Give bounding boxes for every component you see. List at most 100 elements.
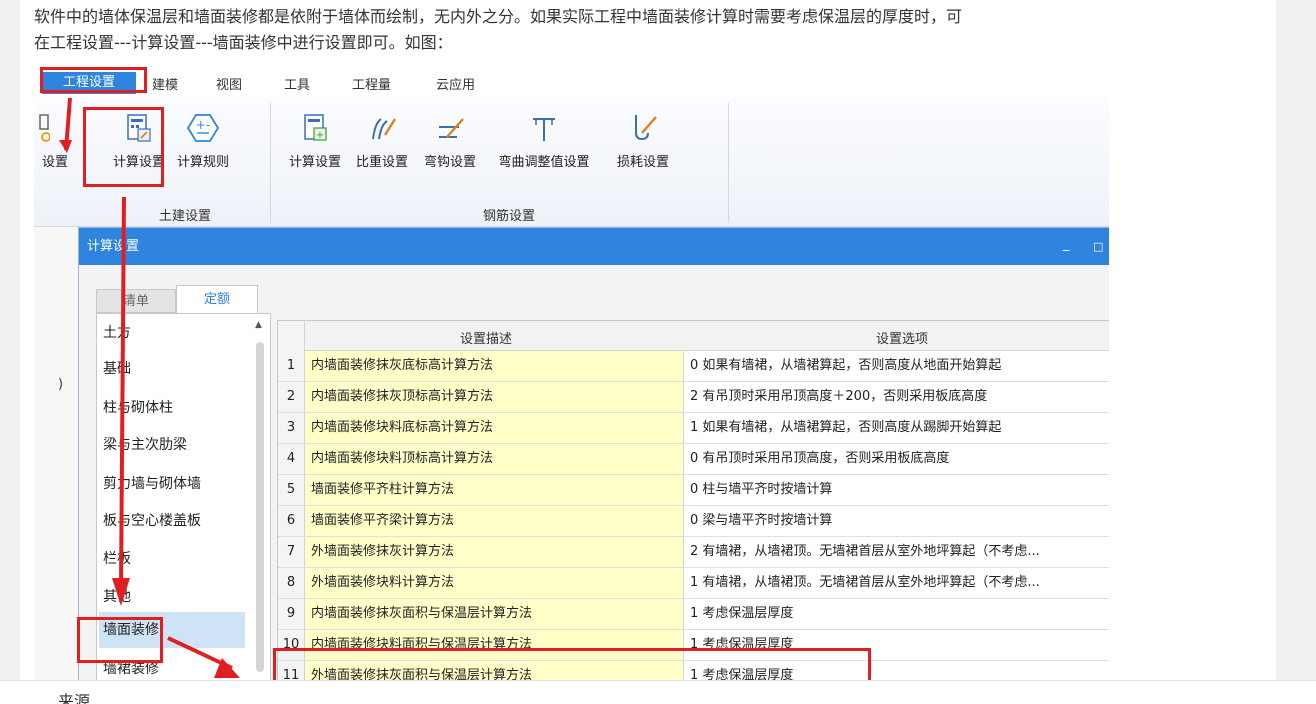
tab-quota[interactable]: 定额 bbox=[176, 285, 258, 314]
table-row[interactable]: 4 内墙面装修块料顶标高计算方法 0 有吊顶时采用吊顶高度，否则采用板底高度 bbox=[278, 444, 1109, 475]
ribbon-density-settings-label: 比重设置 bbox=[355, 155, 408, 170]
table-row[interactable]: 3 内墙面装修块料底标高计算方法 1 如果有墙裙，从墙裙算起，否则高度从踢脚开始算起 bbox=[278, 413, 1109, 444]
table-row[interactable]: 6 墙面装修平齐梁计算方法 0 梁与墙平齐时按墙计算 bbox=[278, 506, 1109, 537]
intro-line-2: 在工程设置---计算设置---墙面装修中进行设置即可。如图： bbox=[34, 33, 453, 52]
ribbon-loss-settings-button[interactable]: 损耗设置 bbox=[610, 113, 676, 170]
menu-tools[interactable]: 工具 bbox=[284, 74, 310, 93]
maximize-button[interactable]: □ bbox=[1093, 228, 1103, 265]
row-description: 墙面装修平齐梁计算方法 bbox=[305, 506, 684, 536]
article-intro: 软件中的墙体保温层和墙面装修都是依附于墙体而绘制，无内外之分。如果实际工程中墙面… bbox=[34, 4, 1264, 56]
grid-header: 设置描述 设置选项 bbox=[278, 321, 1109, 351]
menu-bar: 工程设置 建模 视图 工具 工程量 云应用 bbox=[34, 66, 1109, 97]
row-option[interactable]: 0 有吊顶时采用吊顶高度，否则采用板底高度 bbox=[684, 444, 1109, 474]
scroll-up-icon[interactable]: ▲ bbox=[255, 320, 262, 330]
row-number: 10 bbox=[278, 630, 305, 660]
row-option[interactable]: 2 有吊顶时采用吊顶高度＋200，否则采用板底高度 bbox=[684, 382, 1109, 412]
row-number: 4 bbox=[278, 444, 305, 474]
table-row[interactable]: 10 内墙面装修块料面积与保温层计算方法 1 考虑保温层厚度 bbox=[278, 630, 1109, 661]
ribbon: 设置 计算设置 +- 计算规则 + 计算设置 比重设置 弯钩设置 弯曲调整值设置… bbox=[34, 97, 1109, 227]
category-foundation[interactable]: 基础 bbox=[103, 358, 131, 378]
bottom-text: 来源 bbox=[58, 692, 91, 704]
row-option[interactable]: 0 梁与墙平齐时按墙计算 bbox=[684, 506, 1109, 536]
category-dado[interactable]: 墙裙装修 bbox=[103, 658, 159, 678]
row-option[interactable]: 1 如果有墙裙，从墙裙算起，否则高度从踢脚开始算起 bbox=[684, 413, 1109, 443]
row-number: 5 bbox=[278, 475, 305, 505]
category-parapet[interactable]: 栏板 bbox=[103, 548, 131, 568]
table-row[interactable]: 5 墙面装修平齐柱计算方法 0 柱与墙平齐时按墙计算 bbox=[278, 475, 1109, 506]
row-number: 2 bbox=[278, 382, 305, 412]
row-description: 内墙面装修抹灰顶标高计算方法 bbox=[305, 382, 684, 412]
category-other[interactable]: 其他 bbox=[103, 586, 131, 606]
bottom-bar: 来源 bbox=[0, 680, 1316, 704]
embedded-screenshot: 工程设置 建模 视图 工具 工程量 云应用 设置 计算设置 +- 计算规则 + … bbox=[34, 66, 1109, 684]
article-body: 软件中的墙体保温层和墙面装修都是依附于墙体而绘制，无内外之分。如果实际工程中墙面… bbox=[20, 0, 1276, 704]
row-description: 内墙面装修抹灰底标高计算方法 bbox=[305, 351, 684, 381]
ribbon-cut-button[interactable]: 设置 bbox=[34, 113, 68, 170]
row-number: 8 bbox=[278, 568, 305, 598]
loss-settings-icon bbox=[626, 113, 660, 143]
menu-view[interactable]: 视图 bbox=[216, 74, 242, 93]
table-row[interactable]: 8 外墙面装修块料计算方法 1 有墙裙，从墙裙顶。无墙裙首层从室外地坪算起（不考虑.… bbox=[278, 568, 1109, 599]
dialog-title: 计算设置 bbox=[87, 239, 140, 254]
category-slabs[interactable]: 板与空心楼盖板 bbox=[103, 510, 201, 530]
row-number: 9 bbox=[278, 599, 305, 629]
ribbon-calc-settings-button[interactable]: 计算设置 bbox=[106, 113, 172, 170]
row-description: 外墙面装修抹灰计算方法 bbox=[305, 537, 684, 567]
row-option[interactable]: 0 如果有墙裙，从墙裙算起，否则高度从地面开始算起 bbox=[684, 351, 1109, 381]
category-scrollbar[interactable]: ▲ bbox=[254, 320, 266, 684]
density-settings-icon bbox=[365, 113, 399, 143]
left-side-panel: ) bbox=[34, 227, 82, 684]
ribbon-cut-label: 设置 bbox=[41, 155, 68, 170]
row-description: 内墙面装修块料面积与保温层计算方法 bbox=[305, 630, 684, 660]
tab-bill[interactable]: 清单 bbox=[96, 289, 176, 313]
row-description: 内墙面装修块料顶标高计算方法 bbox=[305, 444, 684, 474]
intro-line-1: 软件中的墙体保温层和墙面装修都是依附于墙体而绘制，无内外之分。如果实际工程中墙面… bbox=[34, 7, 963, 26]
svg-text:+-: +- bbox=[196, 118, 210, 132]
minimize-button[interactable]: _ bbox=[1063, 226, 1070, 263]
row-number: 7 bbox=[278, 537, 305, 567]
col-header-option: 设置选项 bbox=[876, 332, 929, 347]
row-option[interactable]: 1 考虑保温层厚度 bbox=[684, 630, 1109, 660]
ribbon-separator bbox=[728, 103, 729, 223]
menu-quantities[interactable]: 工程量 bbox=[352, 74, 391, 93]
ribbon-density-settings-button[interactable]: 比重设置 bbox=[349, 113, 415, 170]
table-row[interactable]: 7 外墙面装修抹灰计算方法 2 有墙裙，从墙裙顶。无墙裙首层从室外地坪算起（不考虑.… bbox=[278, 537, 1109, 568]
ribbon-group-civil: 土建设置 bbox=[158, 209, 211, 224]
menu-project-settings[interactable]: 工程设置 bbox=[42, 72, 136, 94]
row-description: 内墙面装修块料底标高计算方法 bbox=[305, 413, 684, 443]
menu-modeling[interactable]: 建模 bbox=[152, 74, 178, 93]
ribbon-hook-settings-button[interactable]: 弯钩设置 bbox=[417, 113, 483, 170]
table-row[interactable]: 1 内墙面装修抹灰底标高计算方法 0 如果有墙裙，从墙裙算起，否则高度从地面开始算起 bbox=[278, 351, 1109, 382]
calc-rules-icon: +- bbox=[186, 113, 220, 143]
row-option[interactable]: 0 柱与墙平齐时按墙计算 bbox=[684, 475, 1109, 505]
calc-settings-dialog: 计算设置 _ □ 清单 定额 土方 基础 柱与砌体柱 梁与主次肋梁 剪力墙与砌体… bbox=[78, 227, 1109, 684]
scroll-thumb[interactable] bbox=[256, 342, 264, 672]
row-option[interactable]: 1 考虑保温层厚度 bbox=[684, 599, 1109, 629]
ribbon-bend-adjust-label: 弯曲调整值设置 bbox=[498, 155, 590, 170]
category-beams[interactable]: 梁与主次肋梁 bbox=[103, 434, 187, 454]
ribbon-group-rebar: 钢筋设置 bbox=[482, 209, 535, 224]
ribbon-rebar-calc-settings-button[interactable]: + 计算设置 bbox=[282, 113, 348, 170]
category-earthwork[interactable]: 土方 bbox=[103, 322, 131, 342]
ribbon-rebar-calc-settings-label: 计算设置 bbox=[288, 155, 341, 170]
category-columns[interactable]: 柱与砌体柱 bbox=[103, 397, 173, 417]
menu-cloud[interactable]: 云应用 bbox=[436, 74, 475, 93]
ribbon-hook-settings-label: 弯钩设置 bbox=[423, 155, 476, 170]
row-number: 1 bbox=[278, 351, 305, 381]
settings-grid: 设置描述 设置选项 1 内墙面装修抹灰底标高计算方法 0 如果有墙裙，从墙裙算起，否… bbox=[277, 320, 1109, 684]
ribbon-bend-adjust-button[interactable]: 弯曲调整值设置 bbox=[494, 113, 594, 170]
row-description: 墙面装修平齐柱计算方法 bbox=[305, 475, 684, 505]
grid-corner bbox=[278, 321, 305, 351]
category-list: 土方 基础 柱与砌体柱 梁与主次肋梁 剪力墙与砌体墙 板与空心楼盖板 栏板 其他… bbox=[96, 313, 271, 684]
row-description: 内墙面装修抹灰面积与保温层计算方法 bbox=[305, 599, 684, 629]
category-wall-finish[interactable]: 墙面装修 bbox=[99, 612, 245, 648]
bend-adjust-icon bbox=[527, 113, 561, 143]
ribbon-calc-rules-button[interactable]: +- 计算规则 bbox=[170, 113, 236, 170]
row-option[interactable]: 2 有墙裙，从墙裙顶。无墙裙首层从室外地坪算起（不考虑... bbox=[684, 537, 1109, 567]
dialog-title-bar[interactable]: 计算设置 _ □ bbox=[79, 228, 1109, 265]
category-walls[interactable]: 剪力墙与砌体墙 bbox=[103, 473, 201, 493]
row-option[interactable]: 1 有墙裙，从墙裙顶。无墙裙首层从室外地坪算起（不考虑... bbox=[684, 568, 1109, 598]
row-number: 6 bbox=[278, 506, 305, 536]
table-row[interactable]: 9 内墙面装修抹灰面积与保温层计算方法 1 考虑保温层厚度 bbox=[278, 599, 1109, 630]
table-row[interactable]: 2 内墙面装修抹灰顶标高计算方法 2 有吊顶时采用吊顶高度＋200，否则采用板底高度 bbox=[278, 382, 1109, 413]
